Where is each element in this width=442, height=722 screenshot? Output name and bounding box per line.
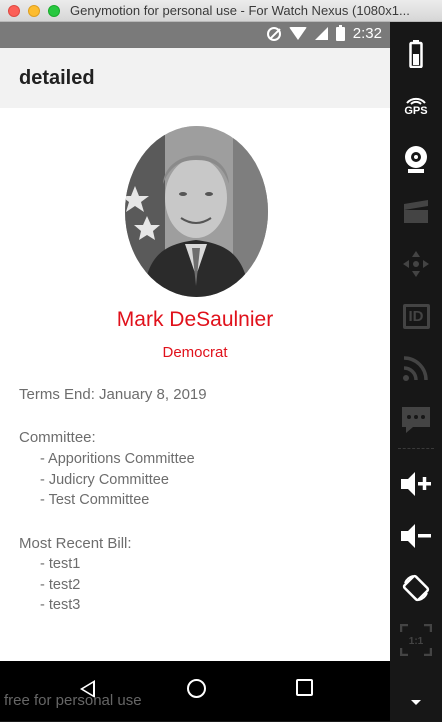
volume-up-icon [401,472,431,496]
webcam-icon [405,146,427,173]
status-time: 2:32 [352,25,382,42]
volume-down-icon [401,524,431,548]
battery-icon [409,40,423,68]
gps-icon [406,97,426,105]
signal-icon [314,27,328,40]
device-id-widget-button[interactable]: ID [396,296,436,336]
window-titlebar: Genymotion for personal use - For Watch … [0,0,442,22]
list-item: - test2 [40,576,81,593]
recent-apps-icon[interactable] [296,679,313,696]
navigation-bar [0,661,390,721]
scale-icon: 1:1 [400,624,432,656]
list-item: - Test Committee [40,492,150,508]
scale-ratio-label: 1:1 [409,636,424,647]
bill-list: - test1 - test2 - test3 [40,554,80,616]
list-item: - test1 [40,556,81,572]
id-icon: ID [402,303,430,329]
sms-widget-button[interactable] [396,400,436,440]
more-icon [411,700,421,705]
sidebar-separator [398,448,434,449]
battery-icon [335,24,345,41]
network-widget-button[interactable] [396,348,436,388]
detail-content: Mark DeSaulnier Democrat Terms End: Janu… [0,108,390,661]
do-not-disturb-icon [266,26,281,41]
list-item: - Apporitions Committee [40,451,195,467]
list-item: - test3 [40,597,81,613]
close-window-button[interactable] [8,5,20,17]
app-bar: detailed [0,48,390,108]
home-icon[interactable] [187,679,206,698]
window-title: Genymotion for personal use - For Watch … [70,3,410,18]
page-title: detailed [19,67,95,89]
maximize-window-button[interactable] [48,5,60,17]
volume-down-button[interactable] [396,516,436,556]
emulator-sidebar: GPS ID 1:1 [390,22,442,721]
network-icon [403,356,428,381]
gps-label: GPS [404,105,428,117]
watermark: free for personal use [4,692,142,709]
politician-photo [125,126,268,297]
scale-button[interactable]: 1:1 [396,620,436,660]
bill-label: Most Recent Bill: [19,535,132,552]
rotate-button[interactable] [396,568,436,608]
gps-widget-button[interactable]: GPS [396,86,436,126]
minimize-window-button[interactable] [28,5,40,17]
battery-widget-button[interactable] [396,34,436,74]
webcam-widget-button[interactable] [396,140,436,180]
capture-icon [404,200,428,223]
more-button[interactable] [396,682,436,722]
politician-party: Democrat [162,344,228,361]
dpad-icon [403,251,429,277]
rotate-icon [402,574,430,602]
committee-label: Committee: [19,429,96,446]
terms-end: Terms End: January 8, 2019 [19,386,207,403]
list-item: - Judicry Committee [40,471,169,488]
sms-icon [402,407,430,433]
dpad-widget-button[interactable] [396,244,436,284]
capture-widget-button[interactable] [396,192,436,232]
status-bar: 2:32 [0,22,390,48]
committee-list: - Apporitions Committee - Judicry Commit… [40,449,195,511]
volume-up-button[interactable] [396,464,436,504]
wifi-icon [288,27,307,40]
politician-name: Mark DeSaulnier [116,308,274,331]
